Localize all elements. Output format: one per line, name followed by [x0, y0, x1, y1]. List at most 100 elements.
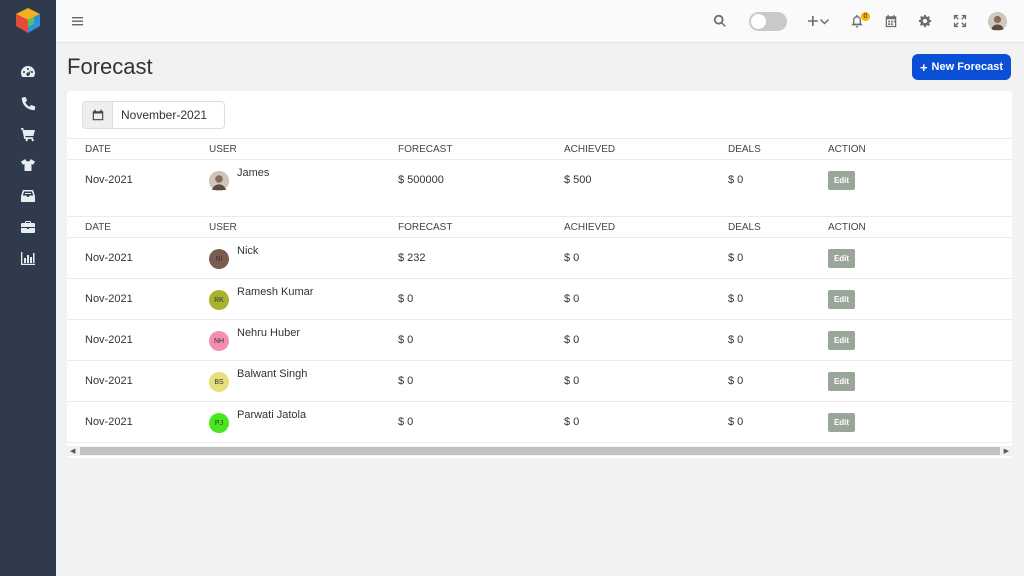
row-achieved: $ 500 — [564, 174, 592, 186]
table-header: DATE USER FORECAST ACHIEVED DEALS ACTION — [67, 216, 1012, 238]
edit-button[interactable]: Edit — [828, 171, 855, 190]
row-user: PJ Parwati Jatola — [209, 406, 306, 433]
phone-icon — [21, 96, 36, 110]
horizontal-scrollbar[interactable]: ◀ ▶ — [67, 446, 1012, 456]
row-forecast: $ 0 — [398, 334, 414, 346]
user-name: Balwant Singh — [237, 368, 308, 380]
col-forecast: FORECAST — [398, 222, 453, 233]
sidebar-item-reports[interactable] — [0, 242, 56, 273]
table-row: Nov-2021 PJ Parwati Jatola $ 0 $ 0 $ 0 E… — [67, 402, 1012, 443]
user-avatar — [209, 171, 229, 191]
col-user: USER — [209, 144, 237, 155]
col-user: USER — [209, 222, 237, 233]
row-achieved: $ 0 — [564, 334, 580, 346]
menu-toggle-icon[interactable] — [72, 13, 84, 29]
row-date: Nov-2021 — [85, 375, 133, 387]
row-date: Nov-2021 — [85, 416, 133, 428]
row-action: Edit — [828, 331, 855, 350]
calendar-icon[interactable] — [883, 13, 899, 29]
row-deals: $ 0 — [728, 293, 744, 305]
row-user: James — [209, 164, 269, 191]
edit-button[interactable]: Edit — [828, 290, 855, 309]
forecast-card: November-2021 DATE USER FORECAST ACHIEVE… — [67, 91, 1012, 458]
scroll-left-icon[interactable]: ◀ — [70, 447, 75, 455]
user-avatar: NI — [209, 249, 229, 269]
table-header: DATE USER FORECAST ACHIEVED DEALS ACTION — [67, 138, 1012, 160]
col-action: ACTION — [828, 222, 866, 233]
col-action: ACTION — [828, 144, 866, 155]
col-date: DATE — [85, 222, 111, 233]
app-logo-icon[interactable] — [14, 6, 42, 34]
calendar-icon — [83, 102, 113, 128]
user-avatar: BS — [209, 372, 229, 392]
row-deals: $ 0 — [728, 174, 744, 186]
plus-icon: + — [919, 59, 928, 75]
col-date: DATE — [85, 144, 111, 155]
theme-toggle[interactable] — [749, 12, 787, 31]
sidebar-item-dashboard[interactable] — [0, 56, 56, 87]
row-achieved: $ 0 — [564, 252, 580, 264]
dashboard-icon — [21, 65, 35, 77]
fullscreen-icon[interactable] — [952, 13, 968, 29]
user-avatar[interactable] — [988, 12, 1007, 31]
sidebar-item-calls[interactable] — [0, 87, 56, 118]
row-date: Nov-2021 — [85, 334, 133, 346]
table-row: Nov-2021 RK Ramesh Kumar $ 0 $ 0 $ 0 Edi… — [67, 279, 1012, 320]
edit-button[interactable]: Edit — [828, 331, 855, 350]
tshirt-icon — [21, 158, 35, 171]
user-name: Ramesh Kumar — [237, 286, 314, 298]
search-icon[interactable] — [712, 13, 728, 29]
row-deals: $ 0 — [728, 416, 744, 428]
new-forecast-label: New Forecast — [931, 61, 1004, 73]
table-row: Nov-2021 NI Nick $ 232 $ 0 $ 0 Edit — [67, 238, 1012, 279]
sidebar-item-projects[interactable] — [0, 211, 56, 242]
scroll-right-icon[interactable]: ▶ — [1004, 447, 1009, 455]
col-achieved: ACHIEVED — [564, 222, 616, 233]
cart-icon — [21, 127, 35, 141]
user-name: Nick — [237, 245, 259, 257]
edit-button[interactable]: Edit — [828, 413, 855, 432]
row-forecast: $ 0 — [398, 293, 414, 305]
col-deals: DEALS — [728, 144, 761, 155]
scrollbar-thumb[interactable] — [80, 447, 1000, 455]
inbox-icon — [21, 189, 35, 202]
row-action: Edit — [828, 290, 855, 309]
row-forecast: $ 232 — [398, 252, 426, 264]
col-deals: DEALS — [728, 222, 761, 233]
forecast-table: DATE USER FORECAST ACHIEVED DEALS ACTION… — [67, 138, 1012, 443]
row-user: RK Ramesh Kumar — [209, 283, 313, 310]
notification-badge: 0 — [861, 12, 870, 21]
row-date: Nov-2021 — [85, 174, 133, 186]
user-avatar: RK — [209, 290, 229, 310]
sidebar-item-inbox[interactable] — [0, 180, 56, 211]
row-action: Edit — [828, 372, 855, 391]
col-achieved: ACHIEVED — [564, 144, 616, 155]
user-name: Parwati Jatola — [237, 409, 307, 421]
user-avatar: PJ — [209, 413, 229, 433]
user-avatar: NH — [209, 331, 229, 351]
row-deals: $ 0 — [728, 334, 744, 346]
row-achieved: $ 0 — [564, 293, 580, 305]
table-row: Nov-2021 NH Nehru Huber $ 0 $ 0 $ 0 Edit — [67, 320, 1012, 361]
table-row: Nov-2021 BS Balwant Singh $ 0 $ 0 $ 0 Ed… — [67, 361, 1012, 402]
sidebar-item-orders[interactable] — [0, 118, 56, 149]
row-achieved: $ 0 — [564, 375, 580, 387]
sidebar-item-products[interactable] — [0, 149, 56, 180]
row-forecast: $ 500000 — [398, 174, 444, 186]
quick-add-icon[interactable] — [808, 13, 830, 29]
user-name: Nehru Huber — [237, 327, 300, 339]
row-action: Edit — [828, 249, 855, 268]
edit-button[interactable]: Edit — [828, 372, 855, 391]
row-forecast: $ 0 — [398, 416, 414, 428]
settings-gear-icon[interactable] — [917, 13, 933, 29]
page-title: Forecast — [67, 54, 153, 79]
row-user: BS Balwant Singh — [209, 365, 307, 392]
row-user: NI Nick — [209, 242, 258, 269]
row-forecast: $ 0 — [398, 375, 414, 387]
month-picker[interactable]: November-2021 — [82, 101, 225, 129]
month-value: November-2021 — [121, 108, 208, 122]
row-action: Edit — [828, 413, 855, 432]
new-forecast-button[interactable]: + New Forecast — [912, 54, 1011, 80]
edit-button[interactable]: Edit — [828, 249, 855, 268]
